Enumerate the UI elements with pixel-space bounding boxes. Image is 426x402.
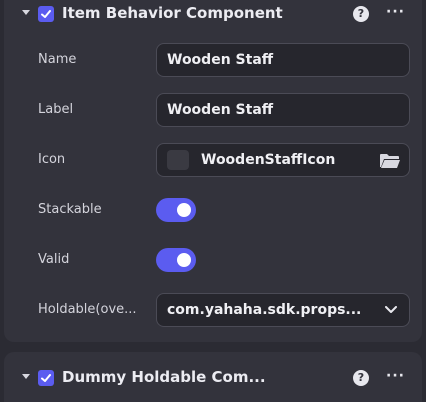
label-label: Label [38, 102, 74, 117]
dummy-holdable-component-panel: Dummy Holdable Com... ? ··· [4, 352, 422, 402]
component-enabled-checkbox[interactable] [38, 6, 54, 22]
component-title: Item Behavior Component [62, 4, 283, 22]
valid-label: Valid [38, 252, 70, 267]
item-behavior-component-panel: Item Behavior Component ? ··· Name Woode… [4, 0, 422, 342]
stackable-label: Stackable [38, 202, 102, 217]
stackable-toggle[interactable] [156, 198, 196, 222]
component-title: Dummy Holdable Com... [62, 368, 266, 386]
component-header[interactable]: Dummy Holdable Com... ? ··· [4, 364, 422, 394]
check-icon [41, 374, 51, 382]
component-enabled-checkbox[interactable] [38, 370, 54, 386]
check-icon [41, 10, 51, 18]
help-icon[interactable]: ? [353, 370, 369, 386]
component-header[interactable]: Item Behavior Component ? ··· [4, 0, 422, 30]
chevron-down-icon [385, 306, 397, 313]
holdable-label: Holdable(ove... [38, 302, 137, 317]
name-input[interactable]: Wooden Staff [156, 43, 410, 77]
icon-label: Icon [38, 152, 66, 167]
name-label: Name [38, 52, 77, 67]
help-icon[interactable]: ? [353, 6, 369, 22]
icon-value: WoodenStaffIcon [201, 152, 336, 168]
folder-icon[interactable] [379, 153, 401, 169]
icon-field[interactable]: WoodenStaffIcon [156, 143, 410, 177]
chevron-down-icon[interactable] [22, 10, 30, 15]
more-icon[interactable]: ··· [386, 4, 405, 20]
chevron-down-icon[interactable] [22, 374, 30, 379]
toggle-knob [177, 253, 191, 267]
icon-preview-swatch [167, 150, 189, 170]
holdable-dropdown[interactable]: com.yahaha.sdk.props... [156, 293, 410, 327]
holdable-value: com.yahaha.sdk.props... [167, 302, 362, 318]
valid-toggle[interactable] [156, 248, 196, 272]
toggle-knob [177, 203, 191, 217]
label-input[interactable]: Wooden Staff [156, 93, 410, 127]
more-icon[interactable]: ··· [386, 368, 405, 384]
